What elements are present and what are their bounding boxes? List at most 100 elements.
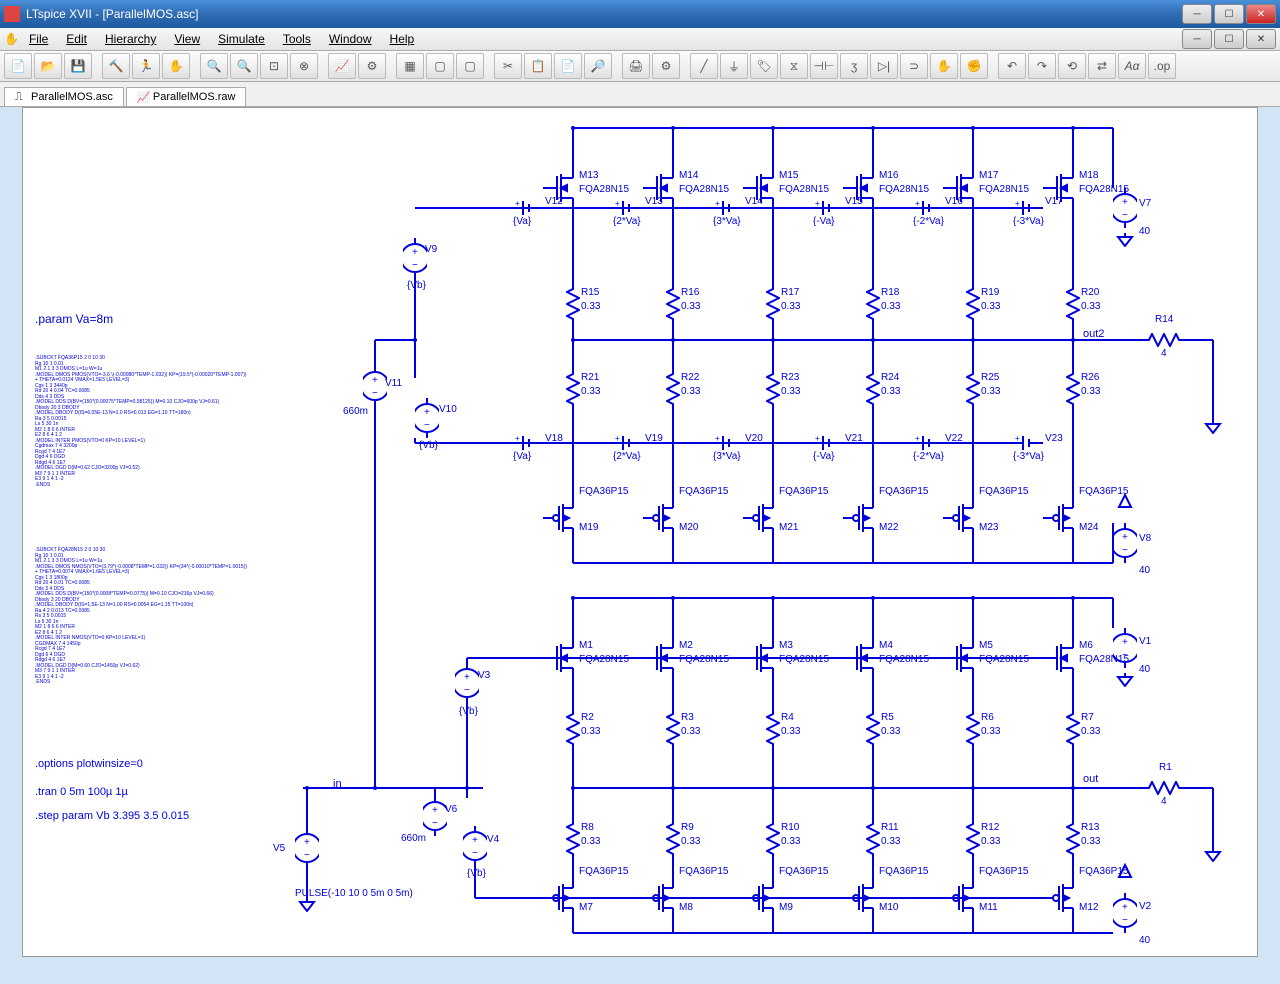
wire[interactable] xyxy=(475,897,483,899)
ground-button[interactable]: ⏚ xyxy=(720,53,748,79)
ground-symbol[interactable] xyxy=(1204,848,1222,862)
r3-value[interactable]: 0.33 xyxy=(681,726,700,737)
m6-label[interactable]: M6 xyxy=(1079,640,1093,651)
m1-label[interactable]: M1 xyxy=(579,640,593,651)
pmos-symbol[interactable] xyxy=(943,498,983,538)
wire[interactable] xyxy=(872,408,874,427)
wire[interactable] xyxy=(572,858,574,878)
r8-value[interactable]: 0.33 xyxy=(581,836,600,847)
r26-label[interactable]: R26 xyxy=(1081,372,1099,383)
mirror-button[interactable]: ⇄ xyxy=(1088,53,1116,79)
ground-symbol[interactable] xyxy=(1116,673,1134,687)
v13-value[interactable]: {2*Va} xyxy=(613,216,641,227)
wire[interactable] xyxy=(672,918,674,933)
wire[interactable] xyxy=(772,748,774,788)
menu-help[interactable]: Help xyxy=(382,30,423,48)
cut-button[interactable]: ✂ xyxy=(494,53,522,79)
wire[interactable] xyxy=(772,858,774,878)
wire[interactable] xyxy=(573,127,1113,129)
wire[interactable] xyxy=(374,406,376,788)
wire[interactable] xyxy=(483,207,1013,209)
r1-value[interactable]: 4 xyxy=(1161,796,1167,807)
v8-value[interactable]: 40 xyxy=(1139,565,1150,576)
resistor-symbol[interactable] xyxy=(566,818,580,858)
resistor-symbol[interactable] xyxy=(1066,708,1080,748)
r20-value[interactable]: 0.33 xyxy=(1081,301,1100,312)
wire[interactable] xyxy=(672,788,674,818)
menu-file[interactable]: File xyxy=(21,30,56,48)
wire[interactable] xyxy=(1072,538,1074,563)
wire[interactable] xyxy=(572,340,574,368)
r24-value[interactable]: 0.33 xyxy=(881,386,900,397)
ground-symbol[interactable] xyxy=(1116,233,1134,247)
wire[interactable] xyxy=(572,408,574,427)
diode-button[interactable]: ▷| xyxy=(870,53,898,79)
r3-label[interactable]: R3 xyxy=(681,712,694,723)
wire[interactable] xyxy=(572,427,574,498)
wire[interactable] xyxy=(573,339,1143,341)
v3-value[interactable]: {Vb} xyxy=(459,706,478,717)
wire[interactable] xyxy=(572,208,574,250)
wire[interactable] xyxy=(483,442,1013,444)
menu-view[interactable]: View xyxy=(166,30,208,48)
v6-value[interactable]: 660m xyxy=(401,833,426,844)
wire[interactable] xyxy=(772,678,774,708)
close-windows-button[interactable]: ▢ xyxy=(456,53,484,79)
component-button[interactable]: ⊃ xyxy=(900,53,928,79)
pmos-symbol[interactable] xyxy=(1043,498,1083,538)
wire[interactable] xyxy=(1183,787,1213,789)
resistor-symbol[interactable] xyxy=(1066,818,1080,858)
r8-label[interactable]: R8 xyxy=(581,822,594,833)
r14-label[interactable]: R14 xyxy=(1155,314,1173,325)
wire[interactable] xyxy=(572,678,574,708)
v23-label[interactable]: V23 xyxy=(1045,433,1063,444)
resistor-symbol[interactable] xyxy=(866,283,880,323)
v9-label[interactable]: V9 xyxy=(425,244,437,255)
m2-value[interactable]: FQA28N15 xyxy=(679,654,729,665)
v17-label[interactable]: V17 xyxy=(1045,196,1063,207)
wire[interactable] xyxy=(414,278,416,378)
wire[interactable] xyxy=(972,678,974,708)
resistor-symbol[interactable] xyxy=(966,368,980,408)
r21-label[interactable]: R21 xyxy=(581,372,599,383)
wire[interactable] xyxy=(434,788,436,796)
r12-value[interactable]: 0.33 xyxy=(981,836,1000,847)
minimize-button[interactable]: ─ xyxy=(1182,4,1212,24)
m15-label[interactable]: M15 xyxy=(779,170,798,181)
mdi-maximize-button[interactable]: ☐ xyxy=(1214,29,1244,49)
tab-waveform[interactable]: 📈 ParallelMOS.raw xyxy=(126,87,247,106)
r2-label[interactable]: R2 xyxy=(581,712,594,723)
print-button[interactable]: 🖨 xyxy=(622,53,650,79)
voltage-source-symbol[interactable]: +− xyxy=(423,796,447,836)
ground-symbol[interactable] xyxy=(1204,420,1222,434)
r6-value[interactable]: 0.33 xyxy=(981,726,1000,737)
wire[interactable] xyxy=(1183,339,1213,341)
m4-value[interactable]: FQA28N15 xyxy=(879,654,929,665)
autoscale-button[interactable]: 📈 xyxy=(328,53,356,79)
m2-label[interactable]: M2 xyxy=(679,640,693,651)
v4-value[interactable]: {Vb} xyxy=(467,868,486,879)
voltage-source-symbol[interactable]: +− xyxy=(403,238,427,278)
voltage-source-symbol[interactable]: +− xyxy=(363,366,387,406)
resistor-symbol[interactable] xyxy=(666,818,680,858)
wire[interactable] xyxy=(572,748,574,788)
m9-value[interactable]: FQA36P15 xyxy=(779,866,828,877)
m16-label[interactable]: M16 xyxy=(879,170,898,181)
wire[interactable] xyxy=(1072,250,1074,283)
voltage-source-symbol[interactable]: +− xyxy=(1113,893,1137,933)
r9-label[interactable]: R9 xyxy=(681,822,694,833)
resistor-symbol[interactable] xyxy=(666,708,680,748)
wire[interactable] xyxy=(972,538,974,563)
wire[interactable] xyxy=(772,408,774,427)
arrow-symbol[interactable] xyxy=(1117,863,1133,879)
r10-value[interactable]: 0.33 xyxy=(781,836,800,847)
nmos-symbol[interactable] xyxy=(1043,638,1083,678)
r25-label[interactable]: R25 xyxy=(981,372,999,383)
v16-value[interactable]: {-2*Va} xyxy=(913,216,944,227)
wire[interactable] xyxy=(672,408,674,427)
r25-value[interactable]: 0.33 xyxy=(981,386,1000,397)
r12-label[interactable]: R12 xyxy=(981,822,999,833)
resistor-symbol[interactable] xyxy=(566,708,580,748)
wire[interactable] xyxy=(672,250,674,283)
wire[interactable] xyxy=(306,788,308,828)
